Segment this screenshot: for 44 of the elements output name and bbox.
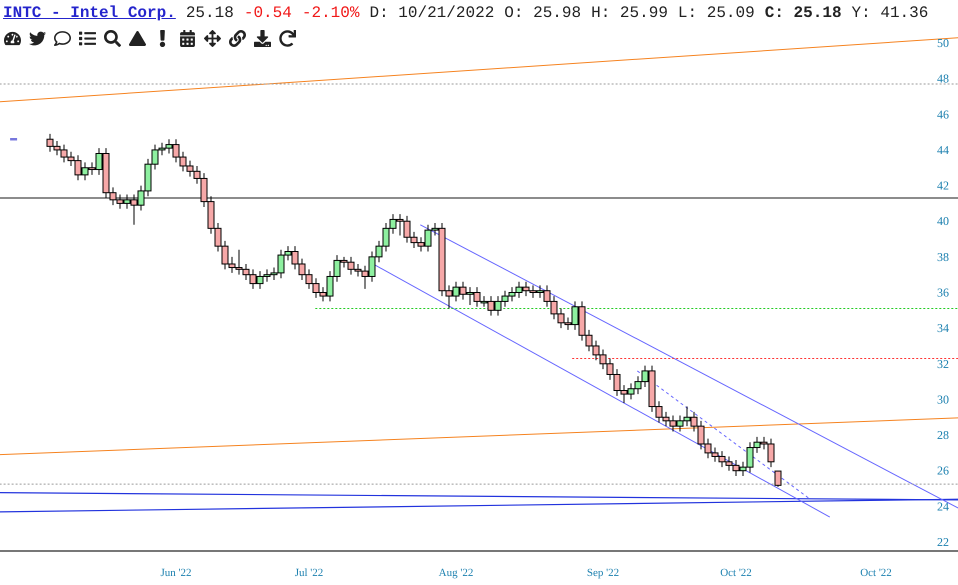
link-icon[interactable] xyxy=(228,29,247,48)
y-axis-label: 34 xyxy=(937,321,949,336)
open-value: O: 25.98 xyxy=(504,3,582,24)
y-axis-label: 36 xyxy=(937,286,949,300)
download-icon[interactable] xyxy=(253,29,272,48)
price-value: 25.18 xyxy=(186,3,234,24)
x-axis-label: Jul '22 xyxy=(294,567,324,579)
y-axis-label: 26 xyxy=(937,464,949,478)
y-axis-label: 32 xyxy=(937,356,949,371)
y-axis-label: 50 xyxy=(937,36,949,50)
x-axis-label: Aug '22 xyxy=(438,567,474,579)
list-icon[interactable] xyxy=(78,29,97,48)
move-arrows-icon[interactable] xyxy=(203,29,222,48)
y-axis-label: 24 xyxy=(937,499,949,514)
y-axis-label: 46 xyxy=(937,107,949,122)
date-value: D: 10/21/2022 xyxy=(369,3,494,24)
x-axis-label: Jun '22 xyxy=(160,567,192,579)
y-axis-label: 42 xyxy=(937,178,949,193)
x-axis-label: Oct '22 xyxy=(720,567,752,579)
candlestick xyxy=(774,470,782,488)
gauge-icon[interactable] xyxy=(3,29,22,48)
y-axis-label: 44 xyxy=(937,142,949,157)
horizontal-line xyxy=(10,138,18,140)
ticker-link[interactable]: INTC - Intel Corp. xyxy=(3,1,176,25)
year-value: Y: 41.36 xyxy=(852,3,928,24)
close-value: C: 25.18 xyxy=(764,3,842,24)
y-axis-label: 30 xyxy=(937,392,949,406)
speech-bubble-icon[interactable] xyxy=(53,29,72,48)
triangle-icon[interactable] xyxy=(128,29,147,48)
search-icon[interactable] xyxy=(103,29,122,48)
calendar-icon[interactable] xyxy=(178,29,197,48)
low-value: L: 25.09 xyxy=(678,3,755,24)
y-axis-label: 28 xyxy=(937,428,949,442)
x-axis-label: Oct '22 xyxy=(860,567,892,579)
y-axis-label: 48 xyxy=(937,72,949,86)
y-axis-label: 22 xyxy=(937,535,949,549)
high-value: H: 25.99 xyxy=(591,3,668,24)
change-percent: -2.10% xyxy=(302,3,360,24)
y-axis-label: 40 xyxy=(937,214,949,228)
y-axis-label: 38 xyxy=(937,250,949,264)
change-value: -0.54 xyxy=(244,3,292,24)
twitter-bird-icon[interactable] xyxy=(28,29,47,48)
refresh-icon[interactable] xyxy=(278,29,297,48)
x-axis-label: Sep '22 xyxy=(586,567,620,579)
